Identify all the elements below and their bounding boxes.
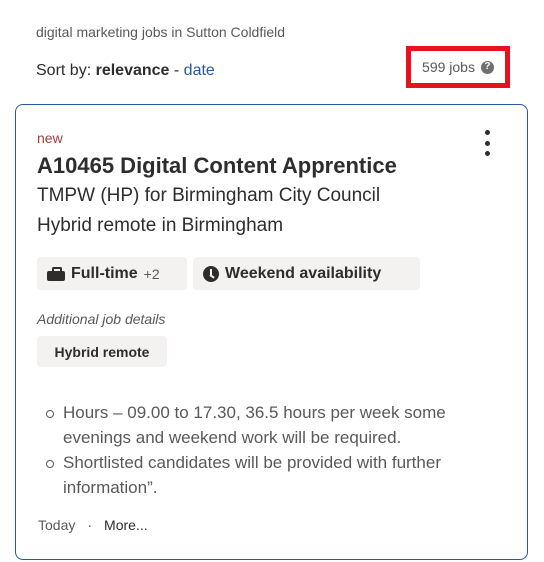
- job-count-highlight: 599 jobs ?: [406, 46, 510, 88]
- job-title[interactable]: A10465 Digital Content Apprentice: [37, 153, 397, 179]
- briefcase-icon: [47, 266, 65, 281]
- sort-controls: Sort by: relevance - date: [36, 62, 215, 80]
- question-circle-icon[interactable]: ?: [480, 60, 494, 74]
- sort-separator: -: [173, 62, 180, 79]
- job-location: Hybrid remote in Birmingham: [37, 215, 284, 236]
- additional-details-label: Additional job details: [37, 311, 166, 327]
- job-type-label: Full-time: [71, 264, 138, 282]
- job-count: 599 jobs: [422, 59, 475, 75]
- job-type-chip: Full-time +2: [37, 257, 187, 290]
- sort-label: Sort by:: [36, 62, 92, 79]
- footer-separator: ·: [87, 517, 93, 533]
- sort-relevance: relevance: [95, 62, 170, 79]
- snippet-item: Hours – 09.00 to 17.30, 36.5 hours per w…: [46, 400, 507, 450]
- clock-icon: [203, 265, 219, 282]
- sort-by-date-link[interactable]: date: [184, 62, 215, 79]
- more-link[interactable]: More...: [104, 517, 148, 533]
- shift-label: Weekend availability: [225, 264, 382, 282]
- job-card-footer: Today · More...: [38, 517, 148, 533]
- new-badge: new: [37, 130, 63, 146]
- hybrid-remote-chip: Hybrid remote: [37, 336, 167, 367]
- snippet-item: Shortlisted candidates will be provided …: [46, 450, 507, 500]
- company-name: TMPW (HP) for Birmingham City Council: [37, 185, 381, 206]
- shift-chip: Weekend availability: [193, 257, 420, 290]
- job-search-page: digital marketing jobs in Sutton Coldfie…: [0, 0, 544, 562]
- more-options-icon[interactable]: [479, 130, 495, 156]
- job-type-extra-count: +2: [143, 265, 160, 282]
- job-card[interactable]: new A10465 Digital Content Apprentice TM…: [15, 104, 528, 560]
- posted-date: Today: [38, 517, 76, 533]
- job-snippet: Hours – 09.00 to 17.30, 36.5 hours per w…: [37, 400, 507, 500]
- search-query-text: digital marketing jobs in Sutton Coldfie…: [36, 24, 286, 40]
